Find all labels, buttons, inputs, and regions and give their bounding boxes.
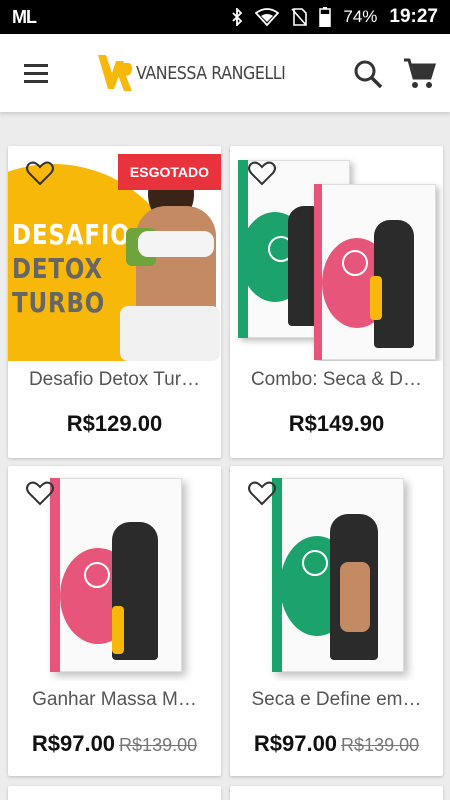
wifi-icon [255,8,280,26]
favorite-heart-icon[interactable] [26,480,54,506]
product-card[interactable]: Combo: Seca & D… R$149.90 [230,146,443,458]
product-card[interactable]: Seca e Define em… R$97.00 R$139.00 [230,466,443,776]
brand-name: VANESSA RANGELLI [136,62,286,84]
product-card[interactable]: DESAFIO DETOX TURBO ESGOTADO Desafio Det… [8,146,221,458]
bluetooth-icon [232,8,243,26]
price: R$97.00 [31,731,116,756]
favorite-heart-icon[interactable] [248,480,276,506]
price: R$149.90 [288,411,385,436]
product-title: Seca e Define em… [251,689,422,710]
product-price: R$149.90 [230,411,443,437]
carrier-logo: ML [12,6,37,27]
product-title: Desafio Detox Tur… [28,369,201,390]
clock: 19:27 [389,6,438,27]
product-price: R$97.00 R$139.00 [230,731,443,757]
product-card[interactable] [8,786,221,800]
old-price: R$139.00 [341,735,420,755]
product-cover-text: DESAFIO DETOX TURBO [12,218,131,319]
battery-level: 74% [343,7,378,26]
product-price: R$129.00 [8,411,221,437]
no-sim-icon [291,8,308,26]
menu-button[interactable] [24,51,68,95]
old-price: R$139.00 [119,735,198,755]
battery-icon [319,7,332,27]
product-title: Ganhar Massa M… [32,689,197,710]
favorite-heart-icon[interactable] [26,160,54,186]
app-bar: VANESSA RANGELLI [0,34,450,112]
vr-logo-icon [98,55,132,91]
sold-out-badge: ESGOTADO [117,154,221,190]
status-bar: ML 74% 19:27 [0,0,450,34]
product-title: Combo: Seca & D… [250,369,423,390]
price: R$129.00 [66,411,163,436]
product-card[interactable] [230,786,443,800]
brand-logo[interactable]: VANESSA RANGELLI [98,53,306,93]
product-price: R$97.00 R$139.00 [8,731,221,757]
product-card[interactable]: Ganhar Massa M… R$97.00 R$139.00 [8,466,221,776]
menu-icon [24,63,48,67]
price: R$97.00 [253,731,338,756]
cart-icon[interactable] [402,56,436,90]
favorite-heart-icon[interactable] [248,160,276,186]
search-icon[interactable] [352,58,384,90]
